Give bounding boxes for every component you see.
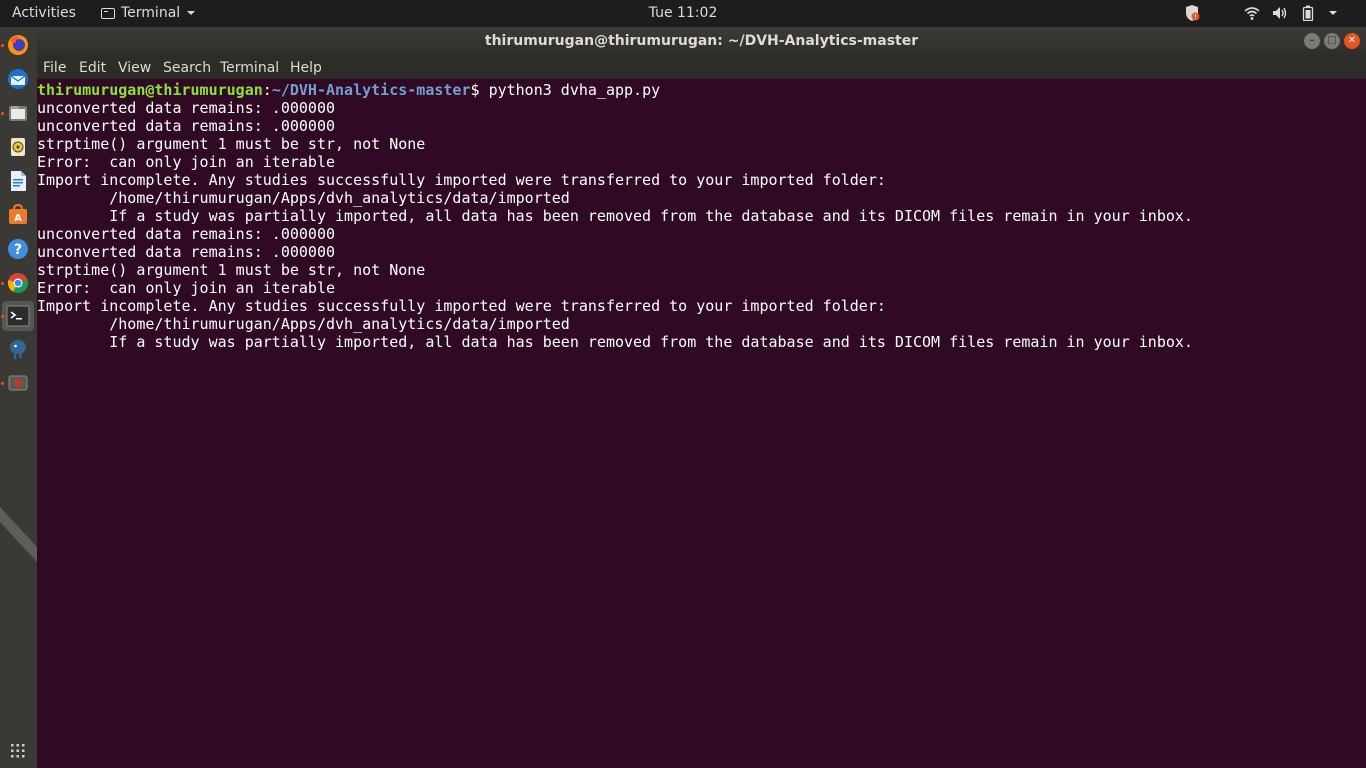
postgres-icon[interactable]	[6, 337, 30, 361]
wallpaper-edge	[0, 507, 37, 562]
output-line: Import incomplete. Any studies successfu…	[37, 171, 886, 189]
clock[interactable]: Tue 11:02	[649, 5, 718, 21]
battery-icon[interactable]	[1300, 5, 1316, 21]
maximize-icon: □	[1327, 35, 1337, 46]
output-line: strptime() argument 1 must be str, not N…	[37, 261, 426, 279]
files-icon[interactable]	[6, 101, 30, 125]
chevron-down-icon	[186, 5, 196, 21]
command-text: python3 dvha_app.py	[488, 81, 661, 99]
svg-text:A: A	[14, 213, 22, 224]
terminal-output[interactable]: thirumurugan@thirumurugan:~/DVH-Analytic…	[37, 79, 1366, 768]
menu-terminal[interactable]: Terminal	[220, 60, 279, 76]
volume-icon[interactable]	[1272, 5, 1288, 21]
close-icon: ✕	[1347, 35, 1357, 46]
output-line: Error: can only join an iterable	[37, 279, 336, 297]
output-line: If a study was partially imported, all d…	[37, 207, 1193, 225]
maximize-button[interactable]: □	[1324, 33, 1340, 49]
output-line: Error: can only join an iterable	[37, 153, 336, 171]
running-indicator	[1, 315, 4, 318]
writer-icon[interactable]	[6, 169, 30, 193]
thunderbird-icon[interactable]	[6, 67, 30, 91]
output-line: strptime() argument 1 must be str, not N…	[37, 135, 426, 153]
menu-search[interactable]: Search	[163, 60, 211, 76]
prompt-separator: :	[262, 81, 272, 99]
svg-text:?: ?	[14, 242, 22, 258]
minimize-icon: –	[1309, 35, 1315, 46]
help-icon[interactable]: ?	[6, 237, 30, 261]
running-indicator	[1, 112, 4, 115]
rhythmbox-icon[interactable]	[6, 135, 30, 159]
prompt-user: thirumurugan@thirumurugan	[37, 81, 263, 99]
running-indicator	[1, 44, 4, 47]
app-menu[interactable]: Terminal	[101, 5, 196, 21]
activities-button[interactable]: Activities	[12, 5, 76, 21]
show-applications-icon[interactable]	[11, 744, 25, 758]
running-indicator	[1, 282, 4, 285]
terminal-app-icon	[101, 7, 115, 19]
window-title: thirumurugan@thirumurugan: ~/DVH-Analyti…	[484, 33, 919, 49]
app-menu-label: Terminal	[121, 5, 181, 21]
top-bar: Activities Terminal Tue 11:02	[0, 0, 1366, 27]
minimize-button[interactable]: –	[1304, 33, 1320, 49]
shield-update-icon[interactable]	[1184, 4, 1200, 22]
output-line: unconverted data remains: .000000	[37, 243, 336, 261]
system-menu-chevron-icon[interactable]	[1328, 5, 1338, 21]
firefox-icon[interactable]	[6, 33, 30, 57]
running-indicator	[1, 382, 4, 385]
output-line: unconverted data remains: .000000	[37, 225, 336, 243]
menu-edit[interactable]: Edit	[79, 60, 106, 76]
chrome-icon[interactable]	[6, 271, 30, 295]
dock: A ?	[0, 27, 37, 768]
output-line: unconverted data remains: .000000	[37, 117, 336, 135]
media-icon[interactable]	[6, 371, 30, 395]
menu-bar: File Edit View Search Terminal Help	[37, 54, 1366, 79]
prompt-path: ~/DVH-Analytics-master	[271, 81, 471, 99]
output-line: If a study was partially imported, all d…	[37, 333, 1193, 351]
prompt-symbol: $	[470, 81, 489, 99]
prompt-line: thirumurugan@thirumurugan:~/DVH-Analytic…	[37, 81, 1366, 99]
system-tray[interactable]	[1184, 4, 1338, 22]
output-line: /home/thirumurugan/Apps/dvh_analytics/da…	[37, 315, 570, 333]
close-button[interactable]: ✕	[1344, 33, 1360, 49]
menu-help[interactable]: Help	[290, 60, 322, 76]
output-line: Import incomplete. Any studies successfu…	[37, 297, 886, 315]
terminal-icon[interactable]	[2, 301, 34, 331]
menu-file[interactable]: File	[43, 60, 66, 76]
software-center-icon[interactable]: A	[6, 203, 30, 227]
wifi-icon[interactable]	[1244, 5, 1260, 21]
output-line: /home/thirumurugan/Apps/dvh_analytics/da…	[37, 189, 570, 207]
window-titlebar[interactable]: thirumurugan@thirumurugan: ~/DVH-Analyti…	[37, 27, 1366, 54]
output-line: unconverted data remains: .000000	[37, 99, 336, 117]
menu-view[interactable]: View	[118, 60, 151, 76]
